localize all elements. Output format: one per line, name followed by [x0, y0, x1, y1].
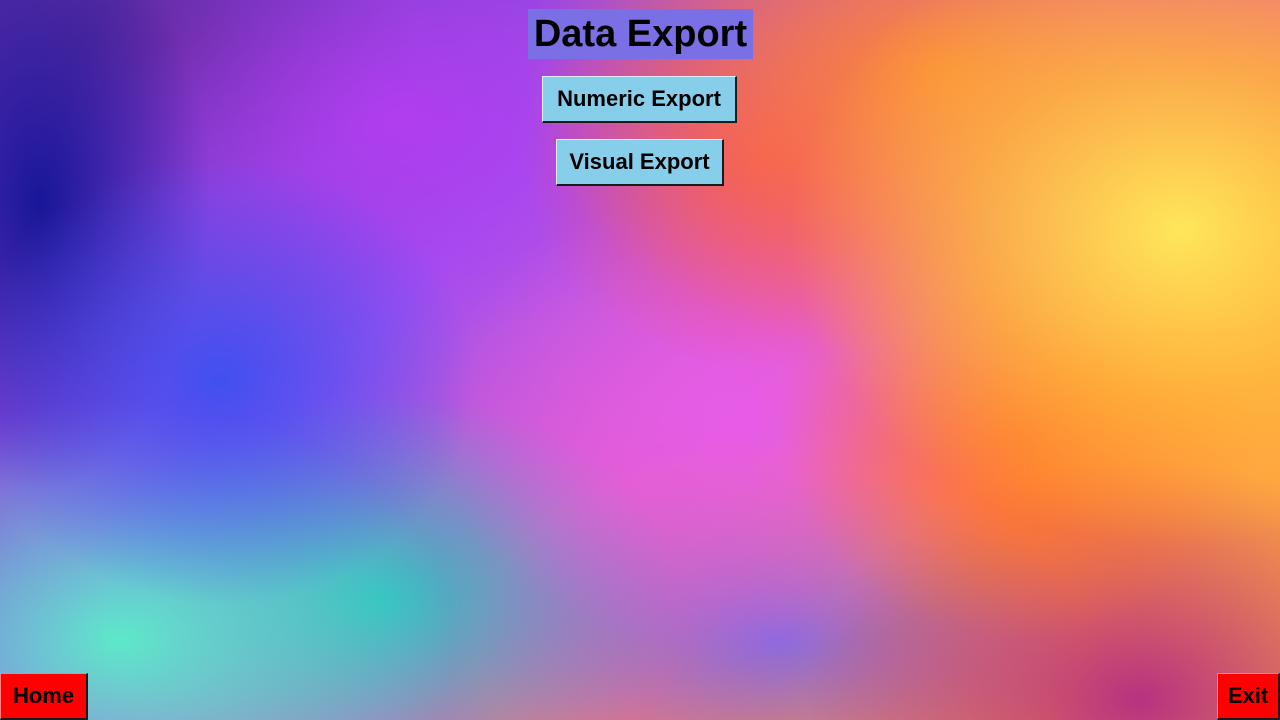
visual-export-button[interactable]: Visual Export	[556, 139, 724, 186]
app-window: Data Export Numeric Export Visual Export…	[0, 0, 1280, 720]
exit-button[interactable]: Exit	[1217, 673, 1280, 720]
numeric-export-button[interactable]: Numeric Export	[542, 76, 737, 123]
page-title: Data Export	[528, 9, 753, 59]
home-button[interactable]: Home	[0, 673, 88, 720]
